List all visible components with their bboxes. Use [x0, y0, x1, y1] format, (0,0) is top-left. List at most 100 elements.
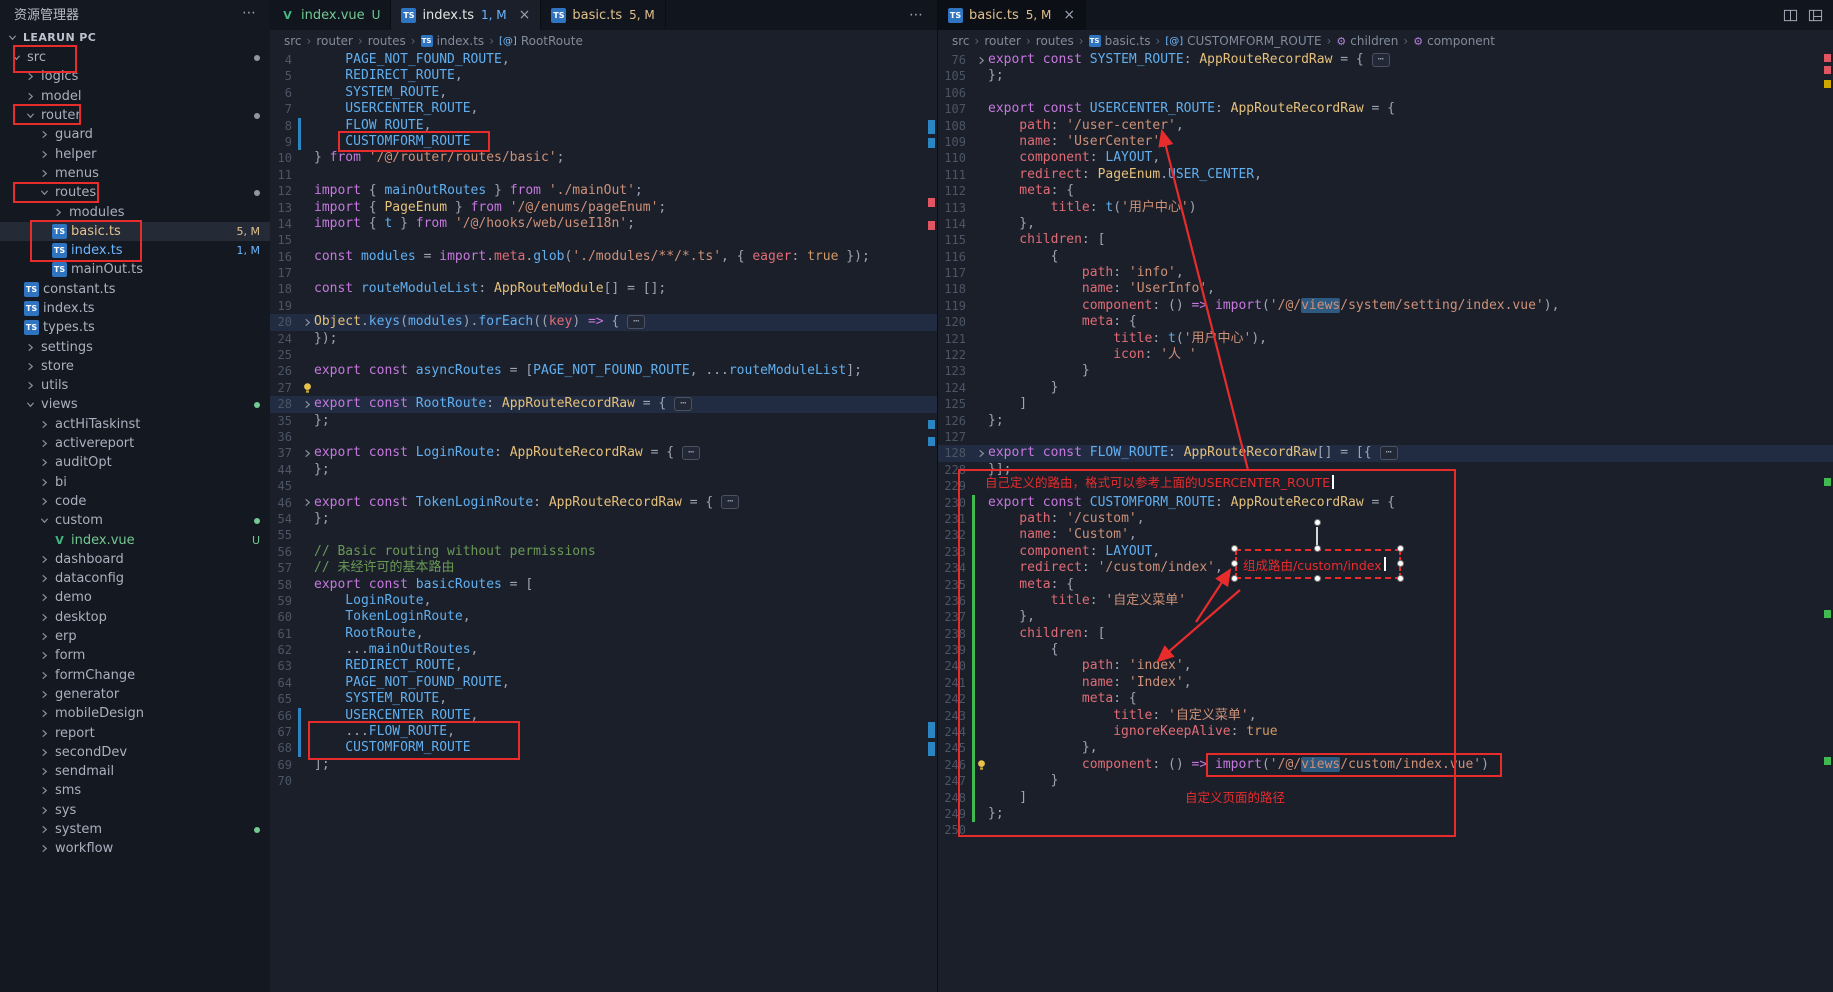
line-number[interactable]: 45	[270, 478, 298, 494]
code-line-18[interactable]: 18const routeModuleList: AppRouteModule[…	[270, 281, 937, 297]
line-number[interactable]: 230	[938, 495, 972, 511]
breadcrumb-item-component[interactable]: ⚙component	[1413, 34, 1495, 48]
code-line-240[interactable]: 240 path: 'index',	[938, 658, 1833, 674]
line-number[interactable]: 247	[938, 773, 972, 789]
line-number[interactable]: 25	[270, 347, 298, 363]
code-line-65[interactable]: 65 SYSTEM_ROUTE,	[270, 691, 937, 707]
folded-region-badge[interactable]: ⋯	[682, 446, 700, 460]
code-line-27[interactable]: 27	[270, 380, 937, 396]
code-line-64[interactable]: 64 PAGE_NOT_FOUND_ROUTE,	[270, 675, 937, 691]
tree-item-bi[interactable]: bi	[0, 473, 270, 492]
line-number[interactable]: 16	[270, 249, 298, 265]
line-number[interactable]: 241	[938, 675, 972, 691]
line-number[interactable]: 8	[270, 118, 298, 134]
code-line-235[interactable]: 235 meta: {	[938, 577, 1833, 593]
tree-item-logics[interactable]: logics	[0, 67, 270, 86]
tree-item-basic.ts[interactable]: TSbasic.ts5, M	[0, 222, 270, 241]
line-number[interactable]: 236	[938, 593, 972, 609]
line-number[interactable]: 249	[938, 806, 972, 822]
code-line-108[interactable]: 108 path: '/user-center',	[938, 118, 1833, 134]
code-line-44[interactable]: 44};	[270, 462, 937, 478]
line-number[interactable]: 24	[270, 331, 298, 347]
line-number[interactable]: 105	[938, 68, 972, 84]
line-number[interactable]: 107	[938, 101, 972, 117]
code-line-68[interactable]: 68 CUSTOMFORM_ROUTE	[270, 740, 937, 756]
code-line-126[interactable]: 126};	[938, 413, 1833, 429]
tree-item-views[interactable]: views	[0, 395, 270, 414]
breadcrumb-item-index.ts[interactable]: TSindex.ts	[421, 34, 485, 48]
line-number[interactable]: 232	[938, 527, 972, 543]
tree-item-generator[interactable]: generator	[0, 685, 270, 704]
code-line-8[interactable]: 8 FLOW_ROUTE,	[270, 118, 937, 134]
code-line-111[interactable]: 111 redirect: PageEnum.USER_CENTER,	[938, 167, 1833, 183]
fold-chevron-icon[interactable]	[301, 396, 314, 412]
line-number[interactable]: 10	[270, 150, 298, 166]
code-line-238[interactable]: 238 children: [	[938, 626, 1833, 642]
line-number[interactable]: 238	[938, 626, 972, 642]
line-number[interactable]: 70	[270, 773, 298, 789]
fold-chevron-icon[interactable]	[975, 445, 988, 461]
line-number[interactable]: 118	[938, 281, 972, 297]
breadcrumb-item-src[interactable]: src	[952, 34, 970, 48]
breadcrumb-item-CUSTOMFORM_ROUTE[interactable]: [@]CUSTOMFORM_ROUTE	[1165, 34, 1321, 48]
breadcrumb-item-router[interactable]: router	[316, 34, 353, 48]
code-line-246[interactable]: 246 component: () => import('/@/views/cu…	[938, 757, 1833, 773]
line-number[interactable]: 76	[938, 52, 972, 68]
code-line-19[interactable]: 19	[270, 298, 937, 314]
code-line-61[interactable]: 61 RootRoute,	[270, 626, 937, 642]
line-number[interactable]: 37	[270, 445, 298, 461]
code-line-115[interactable]: 115 children: [	[938, 232, 1833, 248]
code-line-70[interactable]: 70	[270, 773, 937, 789]
code-line-59[interactable]: 59 LoginRoute,	[270, 593, 937, 609]
fold-chevron-icon[interactable]	[301, 495, 314, 511]
line-number[interactable]: 228	[938, 462, 972, 478]
code-line-55[interactable]: 55	[270, 527, 937, 543]
tree-item-formChange[interactable]: formChange	[0, 666, 270, 685]
line-number[interactable]: 117	[938, 265, 972, 281]
line-number[interactable]: 69	[270, 757, 298, 773]
tree-item-sys[interactable]: sys	[0, 801, 270, 820]
line-number[interactable]: 109	[938, 134, 972, 150]
line-number[interactable]: 20	[270, 314, 298, 330]
breadcrumb-item-routes[interactable]: routes	[1036, 34, 1074, 48]
line-number[interactable]: 124	[938, 380, 972, 396]
code-line-232[interactable]: 232 name: 'Custom',	[938, 527, 1833, 543]
tree-item-activereport[interactable]: activereport	[0, 434, 270, 453]
line-number[interactable]: 62	[270, 642, 298, 658]
code-line-60[interactable]: 60 TokenLoginRoute,	[270, 609, 937, 625]
breadcrumb-item-children[interactable]: ⚙children	[1336, 34, 1398, 48]
code-line-234[interactable]: 234 redirect: '/custom/index',	[938, 560, 1833, 576]
tree-item-dashboard[interactable]: dashboard	[0, 550, 270, 569]
code-line-45[interactable]: 45	[270, 478, 937, 494]
code-line-236[interactable]: 236 title: '自定义菜单'	[938, 593, 1833, 609]
line-number[interactable]: 122	[938, 347, 972, 363]
tree-item-code[interactable]: code	[0, 492, 270, 511]
code-line-28[interactable]: 28export const RootRoute: AppRouteRecord…	[270, 396, 937, 412]
line-number[interactable]: 67	[270, 724, 298, 740]
code-line-239[interactable]: 239 {	[938, 642, 1833, 658]
line-number[interactable]: 7	[270, 101, 298, 117]
code-line-230[interactable]: 230export const CUSTOMFORM_ROUTE: AppRou…	[938, 495, 1833, 511]
close-icon[interactable]: ×	[519, 7, 531, 23]
tree-item-settings[interactable]: settings	[0, 337, 270, 356]
tree-item-index.ts[interactable]: TSindex.ts	[0, 299, 270, 318]
line-number[interactable]: 112	[938, 183, 972, 199]
code-line-105[interactable]: 105};	[938, 68, 1833, 84]
line-number[interactable]: 250	[938, 822, 972, 838]
line-number[interactable]: 56	[270, 544, 298, 560]
tree-item-sendmail[interactable]: sendmail	[0, 762, 270, 781]
line-number[interactable]: 248	[938, 790, 972, 806]
line-number[interactable]: 19	[270, 298, 298, 314]
line-number[interactable]: 244	[938, 724, 972, 740]
code-line-128[interactable]: 128export const FLOW_ROUTE: AppRouteReco…	[938, 445, 1833, 461]
line-number[interactable]: 110	[938, 150, 972, 166]
code-line-127[interactable]: 127	[938, 429, 1833, 445]
code-line-242[interactable]: 242 meta: {	[938, 691, 1833, 707]
code-line-57[interactable]: 57// 未经许可的基本路由	[270, 560, 937, 576]
tree-item-model[interactable]: model	[0, 87, 270, 106]
tree-item-index.ts[interactable]: TSindex.ts1, M	[0, 241, 270, 260]
explorer-more-actions-icon[interactable]: ⋯	[242, 5, 256, 21]
code-line-237[interactable]: 237 },	[938, 609, 1833, 625]
line-number[interactable]: 14	[270, 216, 298, 232]
tab-index.vue[interactable]: Vindex.vueU	[270, 0, 391, 30]
